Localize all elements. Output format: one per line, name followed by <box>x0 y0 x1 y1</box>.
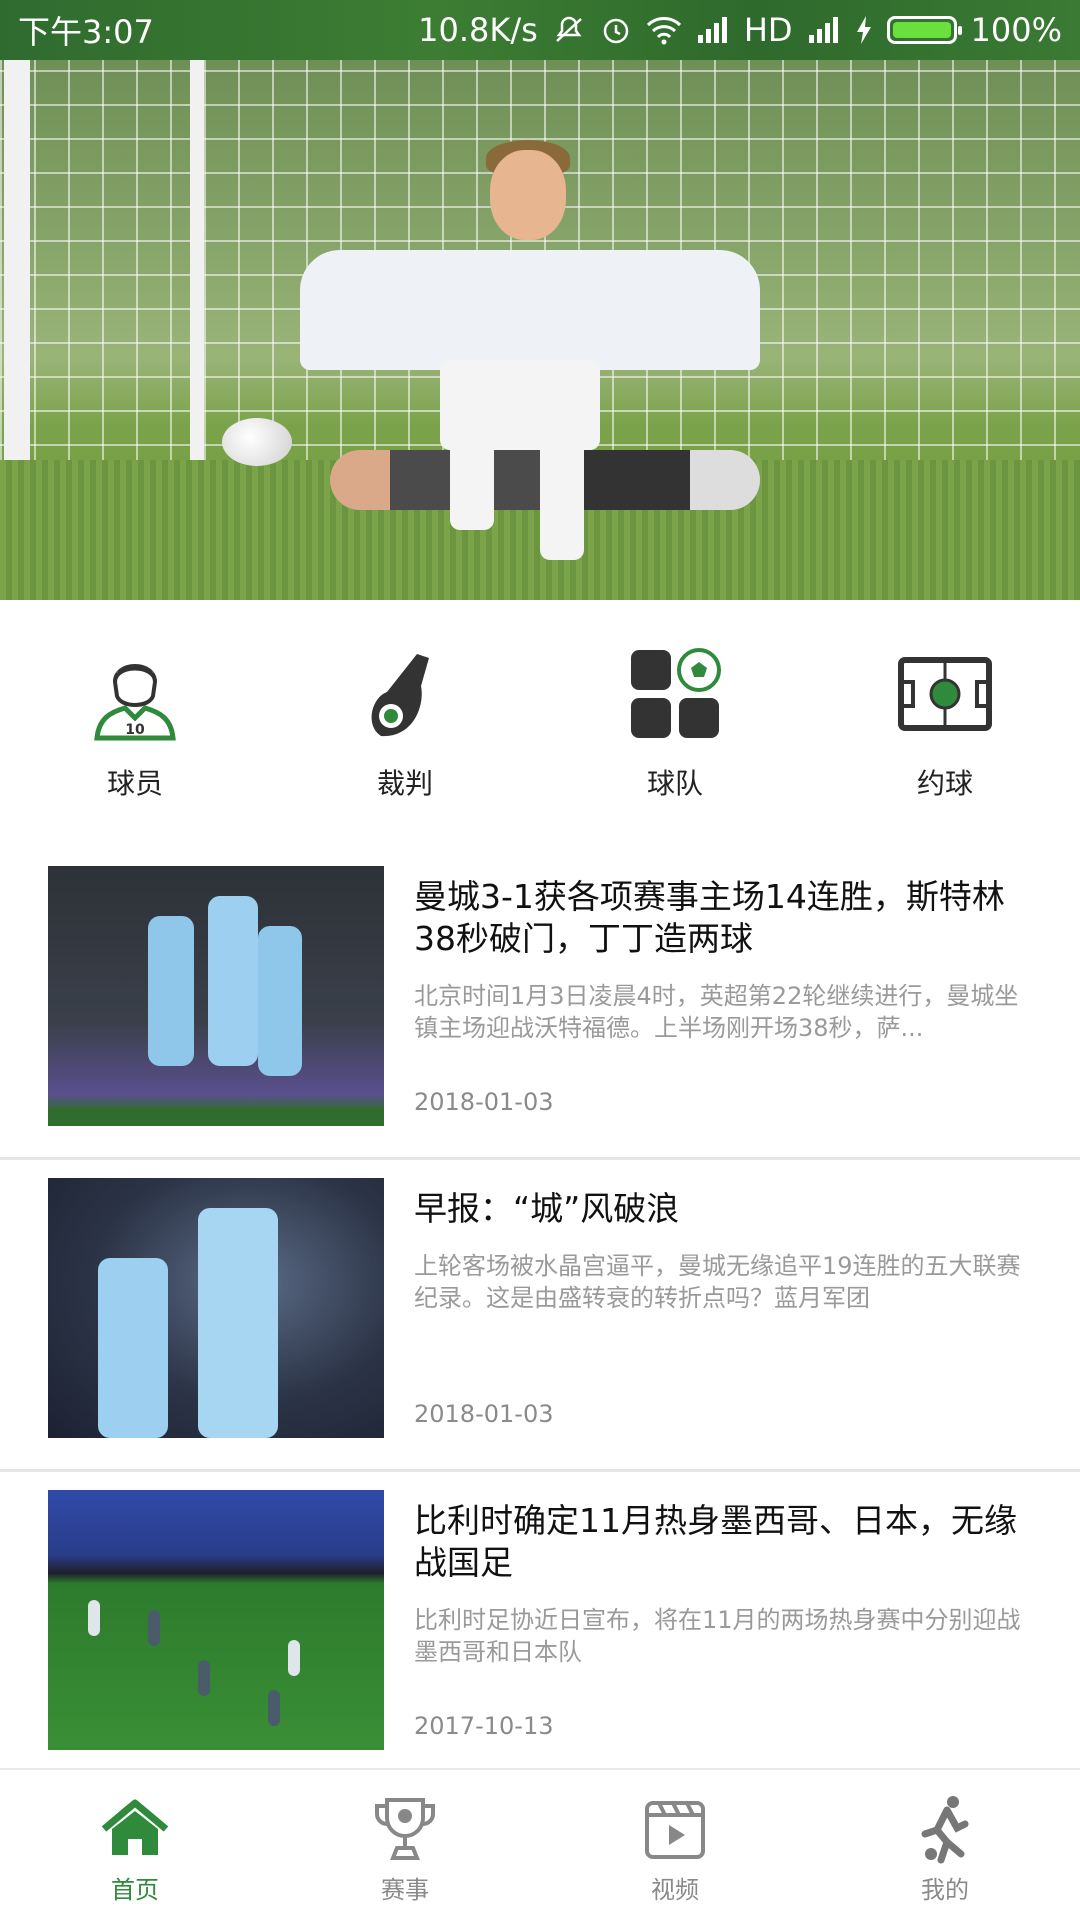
alarm-icon <box>600 14 632 46</box>
news-text: 比利时确定11月热身墨西哥、日本，无缘战国足 比利时足协近日宣布，将在11月的两… <box>414 1500 1034 1668</box>
news-item[interactable]: 比利时确定11月热身墨西哥、日本，无缘战国足 比利时足协近日宣布，将在11月的两… <box>0 1472 1080 1784</box>
category-label: 球员 <box>106 767 163 800</box>
news-item[interactable]: 早报：“城”风破浪 上轮客场被水晶宫逼平，曼城无缘追平19连胜的五大联赛纪录。这… <box>0 1160 1080 1472</box>
category-booking[interactable]: 约球 <box>845 644 1045 802</box>
nav-home[interactable]: 首页 <box>35 1770 235 1920</box>
news-text: 早报：“城”风破浪 上轮客场被水晶宫逼平，曼城无缘追平19连胜的五大联赛纪录。这… <box>414 1188 1034 1314</box>
news-title: 早报：“城”风破浪 <box>414 1189 680 1228</box>
battery-percent: 100% <box>970 11 1062 49</box>
profile-icon <box>910 1794 980 1864</box>
mute-icon <box>552 13 586 47</box>
team-icon <box>625 644 725 744</box>
bottom-nav: 首页 赛事 视频 我的 <box>0 1768 1080 1920</box>
category-referee[interactable]: 裁判 <box>305 644 505 802</box>
news-item[interactable]: 曼城3-1获各项赛事主场14连胜，斯特林38秒破门，丁丁造两球 北京时间1月3日… <box>0 848 1080 1160</box>
nav-label: 首页 <box>111 1876 159 1904</box>
wifi-icon <box>646 15 682 45</box>
category-label: 球队 <box>646 767 703 800</box>
news-date: 2017-10-13 <box>414 1712 554 1740</box>
network-speed: 10.8K/s <box>418 11 538 49</box>
status-bar: 下午3:07 10.8K/s HD 100% <box>0 0 1080 60</box>
news-title: 比利时确定11月热身墨西哥、日本，无缘战国足 <box>414 1501 1017 1582</box>
battery-icon <box>886 16 962 44</box>
nav-matches[interactable]: 赛事 <box>305 1770 505 1920</box>
news-thumbnail <box>48 866 384 1126</box>
nav-profile[interactable]: 我的 <box>845 1770 1045 1920</box>
news-text: 曼城3-1获各项赛事主场14连胜，斯特林38秒破门，丁丁造两球 北京时间1月3日… <box>414 876 1034 1044</box>
nav-video[interactable]: 视频 <box>575 1770 775 1920</box>
news-date: 2018-01-03 <box>414 1088 554 1116</box>
news-thumbnail <box>48 1490 384 1750</box>
signal-icon <box>696 15 730 45</box>
svg-text:10: 10 <box>125 722 145 738</box>
news-list: 曼城3-1获各项赛事主场14连胜，斯特林38秒破门，丁丁造两球 北京时间1月3日… <box>0 848 1080 1784</box>
home-icon <box>100 1794 170 1864</box>
hero-banner[interactable] <box>0 60 1080 600</box>
nav-label: 我的 <box>921 1876 969 1904</box>
hd-badge: HD <box>743 11 793 49</box>
nav-label: 视频 <box>651 1876 699 1904</box>
status-icons: 10.8K/s HD 100% <box>418 11 1062 49</box>
news-summary: 上轮客场被水晶宫逼平，曼城无缘追平19连胜的五大联赛纪录。这是由盛转衰的转折点吗… <box>414 1252 1021 1312</box>
category-label: 裁判 <box>376 767 433 800</box>
news-thumbnail <box>48 1178 384 1438</box>
status-time: 下午3:07 <box>18 13 154 51</box>
news-title: 曼城3-1获各项赛事主场14连胜，斯特林38秒破门，丁丁造两球 <box>414 877 1005 958</box>
news-date: 2018-01-03 <box>414 1400 554 1428</box>
category-player[interactable]: 10 球员 <box>35 644 235 802</box>
category-nav: 10 球员 裁判 球队 约球 <box>0 600 1080 830</box>
trophy-icon <box>370 1794 440 1864</box>
category-label: 约球 <box>916 767 973 800</box>
player-icon: 10 <box>85 644 185 744</box>
news-summary: 北京时间1月3日凌晨4时，英超第22轮继续进行，曼城坐镇主场迎战沃特福德。上半场… <box>414 982 1019 1042</box>
signal-icon <box>807 15 841 45</box>
nav-label: 赛事 <box>381 1876 429 1904</box>
video-icon <box>640 1794 710 1864</box>
pitch-icon <box>895 644 995 744</box>
charging-icon <box>855 15 873 45</box>
category-team[interactable]: 球队 <box>575 644 775 802</box>
whistle-icon <box>355 644 455 744</box>
news-summary: 比利时足协近日宣布，将在11月的两场热身赛中分别迎战墨西哥和日本队 <box>414 1606 1021 1666</box>
